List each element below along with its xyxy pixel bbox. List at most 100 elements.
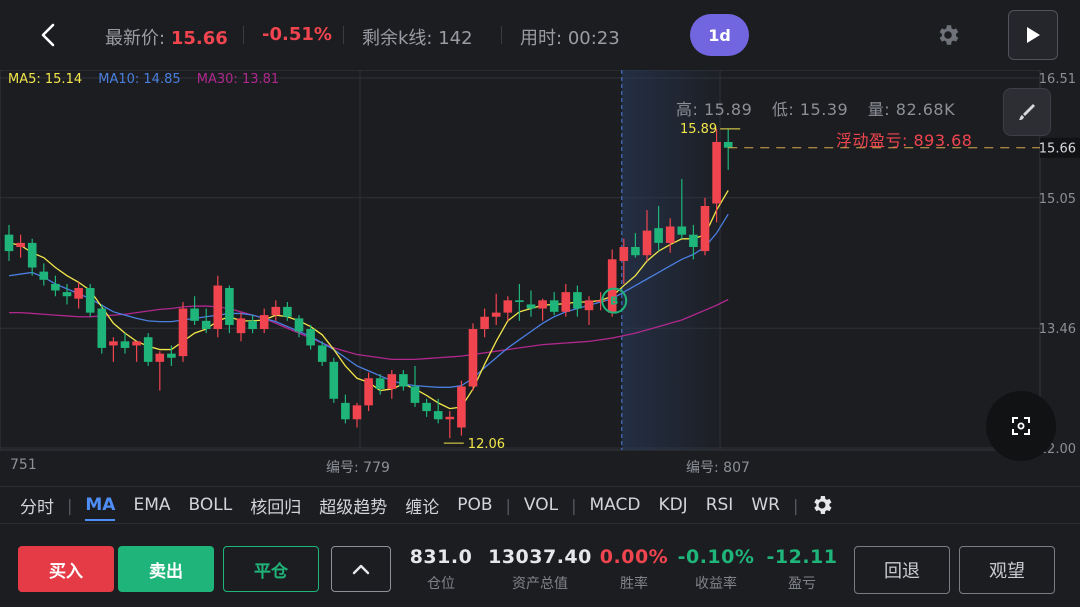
candle-body (457, 386, 466, 428)
candle-body (4, 234, 14, 252)
candle-body (538, 300, 547, 309)
candle-body (375, 378, 385, 389)
indicator-tabs: 分时 | MA EMA BOLL 核回归 超级趋势 缠论 POB | VOL |… (0, 486, 1080, 524)
candle-body (143, 337, 153, 362)
separator: | (67, 495, 73, 515)
candle-body (700, 205, 710, 252)
candle-body (341, 402, 350, 420)
divider (243, 26, 244, 44)
close-position-button[interactable]: 平仓 (223, 546, 319, 592)
tab-chanlun[interactable]: 缠论 (396, 493, 448, 518)
sell-button[interactable]: 卖出 (118, 546, 214, 592)
tab-boll[interactable]: BOLL (180, 495, 242, 515)
candle-body (468, 329, 478, 387)
candle-body (74, 288, 83, 299)
candle-body (62, 292, 72, 297)
indicator-settings-gear-icon[interactable] (810, 493, 834, 517)
watch-button[interactable]: 观望 (959, 546, 1055, 594)
period-selector-button[interactable]: 1d (690, 14, 749, 56)
current-price-tag: 15.66 (1039, 142, 1076, 157)
candle-body (294, 318, 304, 332)
candle-body (213, 285, 223, 330)
candle-body (712, 141, 721, 204)
backtrack-button[interactable]: 回退 (854, 546, 950, 594)
pnl-stat: -12.11 盈亏 (762, 546, 842, 593)
tab-macd[interactable]: MACD (580, 495, 649, 515)
y-tick-label: 15.05 (1039, 192, 1076, 207)
tab-vol[interactable]: VOL (515, 495, 567, 515)
candle-body (573, 292, 582, 309)
expand-button[interactable] (331, 546, 391, 592)
low-marker-label: 12.06 (468, 437, 505, 452)
candle-body (97, 308, 107, 348)
candle-body (364, 378, 373, 406)
candle-body (85, 288, 95, 313)
divider (343, 26, 344, 44)
candle-body (619, 247, 629, 261)
candle-body (225, 288, 234, 325)
play-icon (1027, 27, 1040, 43)
position-label: 仓位 (427, 576, 455, 592)
draw-tool-button[interactable] (1003, 88, 1051, 136)
candle-body (329, 361, 339, 399)
x-label-end: 编号: 807 (686, 460, 750, 476)
floating-pnl: 浮动盈亏: 893.68 (836, 131, 973, 150)
position-stat: 831.0 仓位 (400, 546, 482, 593)
elapsed-time: 用时: 00:23 (520, 24, 620, 50)
candle-body (584, 300, 594, 311)
tab-pob[interactable]: POB (448, 495, 501, 515)
candle-body (178, 308, 188, 357)
remaining-value: 142 (438, 28, 473, 49)
candle-body (723, 141, 733, 148)
assets-label: 资产总值 (512, 576, 568, 592)
candle-low: 低: 15.39 (771, 100, 849, 119)
tab-kernel-regression[interactable]: 核回归 (241, 493, 310, 518)
candle-body (561, 292, 571, 312)
candle-body (526, 304, 536, 309)
assets-value: 13037.40 (488, 546, 592, 568)
y-tick-label: 13.46 (1039, 322, 1076, 337)
assets-stat: 13037.40 资产总值 (488, 546, 592, 593)
candle-body (201, 320, 211, 330)
separator: | (792, 495, 799, 515)
candle-body (259, 315, 269, 330)
back-arrow-icon[interactable] (36, 22, 62, 48)
tab-ema[interactable]: EMA (124, 495, 179, 515)
candle-high: 高: 15.89 (676, 100, 753, 119)
candle-body (132, 341, 141, 346)
candle-body (236, 318, 246, 334)
return-value: -0.10% (677, 546, 755, 568)
buy-button[interactable]: 买入 (18, 546, 114, 592)
candle-body (155, 353, 165, 362)
candle-body (306, 329, 315, 346)
candle-body (654, 228, 663, 243)
trade-bar: 买入 卖出 平仓 831.0 仓位 13037.40 资产总值 0.00% 胜率… (0, 530, 1080, 607)
focus-icon (1012, 417, 1030, 435)
candle-body (317, 345, 327, 362)
time-label: 用时: (520, 28, 563, 49)
tab-rsi[interactable]: RSI (697, 495, 743, 515)
latest-price: 最新价: 15.66 (105, 24, 228, 50)
remaining-candles: 剩余k线: 142 (362, 24, 473, 50)
play-button[interactable] (1008, 10, 1058, 60)
candle-body (399, 374, 408, 387)
candle-body (167, 353, 176, 358)
candle-body (39, 271, 49, 280)
tab-kdj[interactable]: KDJ (649, 495, 696, 515)
x-label-start: 751 (10, 457, 37, 473)
settings-gear-icon[interactable] (935, 22, 961, 48)
candle-body (352, 405, 362, 420)
tab-wr[interactable]: WR (742, 495, 789, 515)
tab-ma[interactable]: MA (76, 495, 124, 521)
focus-view-button[interactable] (986, 391, 1056, 461)
candle-body (596, 300, 605, 302)
candle-body (387, 374, 397, 389)
x-label-middle: 编号: 779 (326, 460, 390, 476)
tab-super-trend[interactable]: 超级趋势 (310, 493, 396, 518)
tab-fenshi[interactable]: 分时 (0, 493, 63, 518)
ma5-legend: MA5: 15.14 (8, 72, 83, 87)
candle-body (677, 226, 687, 235)
separator: | (505, 495, 511, 515)
divider (501, 26, 502, 44)
candle-body (283, 306, 292, 317)
